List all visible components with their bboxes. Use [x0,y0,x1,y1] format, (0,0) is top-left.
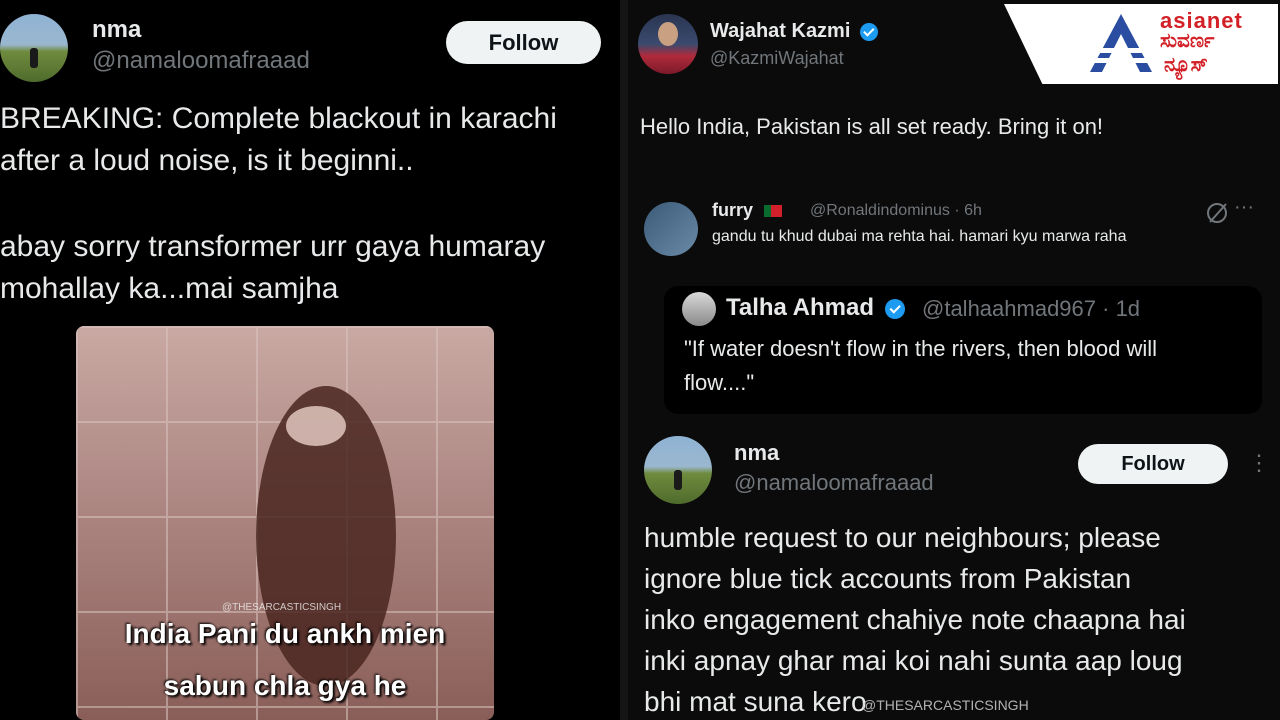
tweet-text-line: ignore blue tick accounts from Pakistan [644,563,1132,594]
author-name[interactable]: Wajahat Kazmi [710,20,878,43]
quote-name-text: Talha Ahmad [726,294,875,321]
follow-button[interactable]: Follow [1078,444,1228,484]
grok-icon[interactable] [1204,200,1230,226]
left-tweet: nma @namaloomafraaad Follow BREAKING: Co… [0,0,620,720]
reply-text: gandu tu khud dubai ma rehta hai. hamari… [712,228,1127,245]
author-handle[interactable]: @KazmiWajahat [710,48,844,69]
tweet-text-line: BREAKING: Complete blackout in karachi [0,102,557,135]
tweet-text-line: abay sorry transformer urr gaya humaray [0,230,546,263]
soap-foam [286,406,346,446]
tweet-text-line: inko engagement chahiye note chaapna hai [644,604,1186,635]
more-options-icon[interactable]: ⋮ [1248,450,1270,476]
author-name[interactable]: nma [92,16,141,44]
asianet-logo: asianet ಸುವರ್ಣ ನ್ಯೂಸ್ [1004,4,1278,84]
quote-text-line: "If water doesn't flow in the rivers, th… [684,336,1158,361]
reply-author-name[interactable]: furry [712,200,783,221]
avatar[interactable] [638,14,698,74]
logo-mark-icon [1090,14,1152,72]
flag-icon [764,205,783,218]
author-name-text: Wajahat Kazmi [710,20,851,42]
tweet-text-line: humble request to our neighbours; please [644,522,1161,553]
reply-name-text: furry [712,200,754,220]
verified-badge-icon [884,298,905,319]
watermark: @THESARCASTICSINGH [862,697,1029,713]
author-name[interactable]: nma [734,440,779,466]
verified-badge-icon [859,22,878,41]
quote-handle-time[interactable]: @talhaahmad967 · 1d [922,296,1140,322]
follow-button[interactable]: Follow [446,21,601,64]
avatar[interactable] [0,14,68,82]
meme-caption: India Pani du ankh mien [124,618,446,649]
tweet-text-line: bhi mat suna kero [644,686,867,717]
author-handle[interactable]: @namaloomafraaad [92,47,310,75]
meme-image[interactable]: @THESARCASTICSINGH India Pani du ankh mi… [76,326,494,720]
more-options-icon[interactable]: ··· [1234,196,1254,219]
tweet-text-line: after a loud noise, is it beginni.. [0,144,414,177]
divider [620,0,628,720]
avatar[interactable] [644,436,712,504]
quote-author-name[interactable]: Talha Ahmad [726,294,905,322]
meme-watermark: @THESARCASTICSINGH [222,602,342,613]
tweet-text: Hello India, Pakistan is all set ready. … [640,114,1104,139]
meme-caption: sabun chla gya he [163,670,407,701]
reply-tweet[interactable]: furry @Ronaldindominus · 6h gandu tu khu… [644,186,1266,418]
tweet-text-line: inki apnay ghar mai koi nahi sunta aap l… [644,645,1183,676]
right-tweet: Wajahat Kazmi @KazmiWajahat Hello India,… [628,0,1280,720]
quote-text-line: flow...." [684,370,755,395]
logo-text: ನ್ಯೂಸ್ [1164,54,1208,76]
logo-text: ಸುವರ್ಣ [1160,30,1215,52]
tweet-text-line: mohallay ka...mai samjha [0,272,339,305]
quoted-tweet[interactable]: Talha Ahmad @talhaahmad967 · 1d "If wate… [664,286,1262,414]
avatar[interactable] [682,292,716,326]
reply-handle-time[interactable]: @Ronaldindominus · 6h [810,202,982,220]
avatar[interactable] [644,202,698,256]
author-handle[interactable]: @namaloomafraaad [734,470,934,496]
